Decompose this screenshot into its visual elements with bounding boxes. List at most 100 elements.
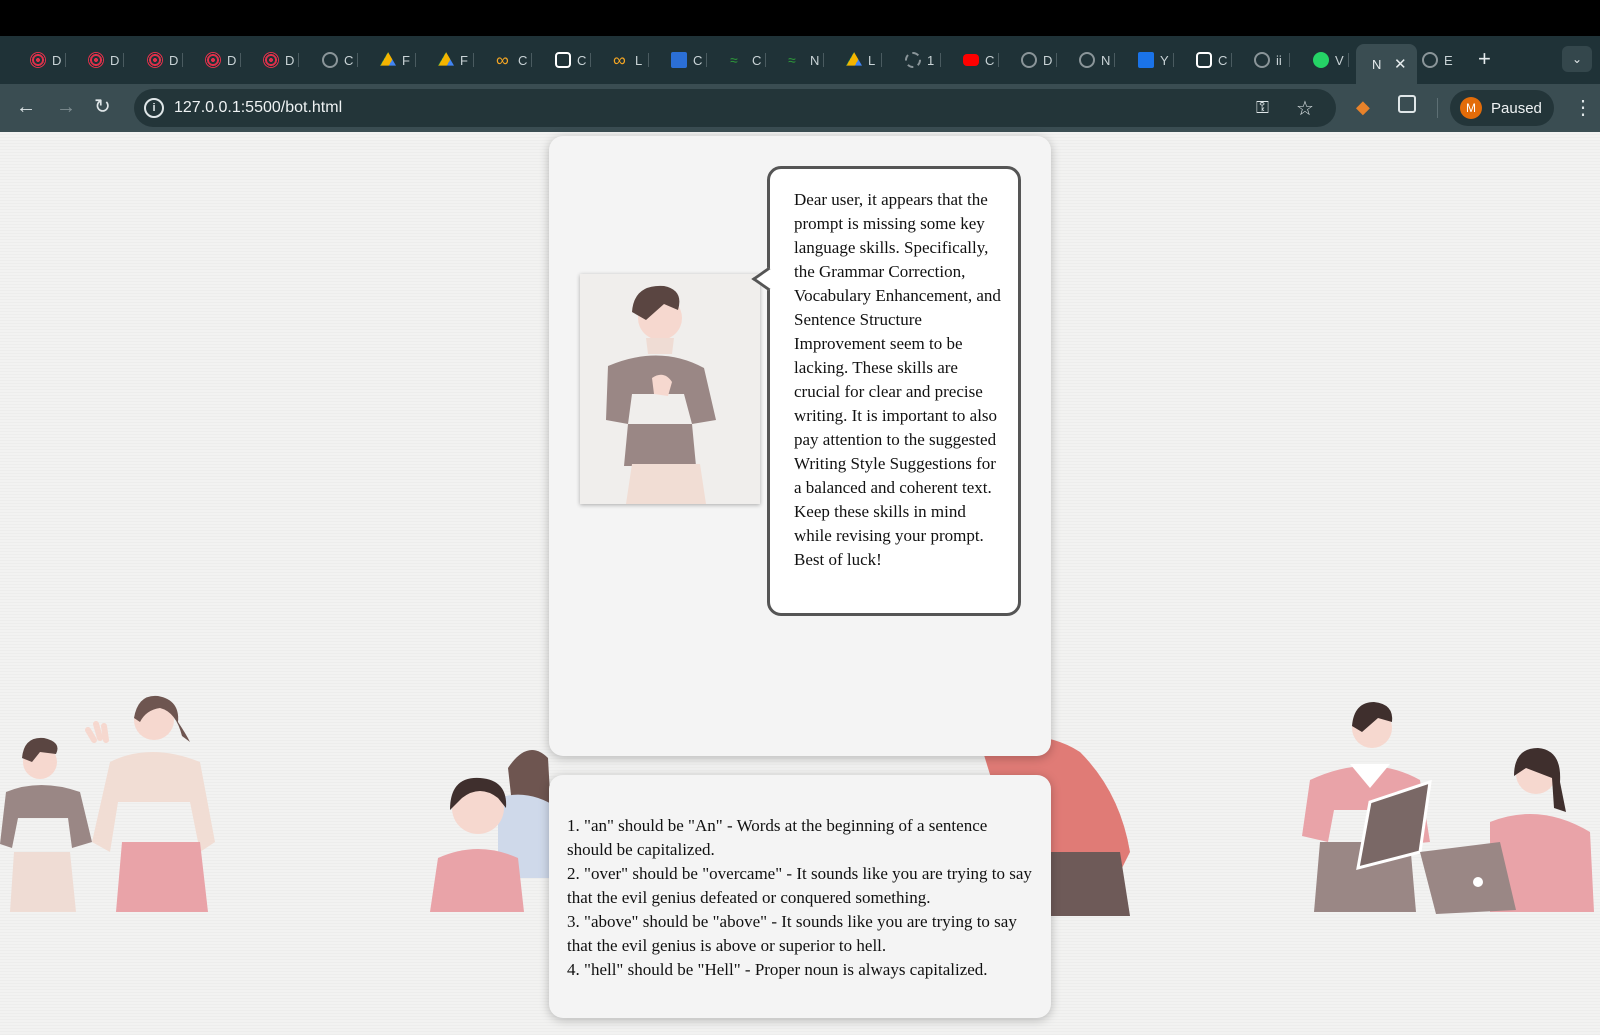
tab-separator: [1173, 53, 1174, 67]
tab-separator: [706, 53, 707, 67]
youtube-icon: [963, 54, 979, 66]
tab-separator: [182, 53, 183, 67]
system-menu-strip: [0, 0, 1600, 36]
tab[interactable]: C: [963, 44, 999, 76]
people-illustration-left: [0, 695, 215, 912]
wave-icon: ≈: [730, 52, 738, 68]
people-illustration-right: [1302, 702, 1594, 914]
page-content: Dear user, it appears that the prompt is…: [0, 132, 1600, 1035]
tab[interactable]: ≈ N: [788, 44, 824, 76]
globe-icon: [1021, 52, 1037, 68]
globe-icon: [322, 52, 338, 68]
avatar: M: [1460, 97, 1482, 119]
tab-separator: [473, 53, 474, 67]
tab-label: Y: [1160, 52, 1169, 68]
tab-separator: [765, 53, 766, 67]
tab[interactable]: D: [147, 44, 183, 76]
tab[interactable]: C: [555, 44, 591, 76]
bot-avatar-image: [580, 274, 760, 504]
tab[interactable]: Y: [1138, 44, 1174, 76]
tab[interactable]: N: [1079, 44, 1115, 76]
tab-separator: [298, 53, 299, 67]
profile-status-label: Paused: [1491, 99, 1542, 117]
tab-label: C: [752, 52, 762, 68]
speech-bubble: Dear user, it appears that the prompt is…: [751, 166, 1021, 616]
tab-separator: [648, 53, 649, 67]
tab[interactable]: 1: [905, 44, 941, 76]
tab-label: D: [1043, 52, 1053, 68]
tab[interactable]: ∞ C: [496, 44, 532, 76]
address-bar[interactable]: i 127.0.0.1:5500/bot.html ⚿ ☆: [134, 89, 1336, 127]
tab[interactable]: C: [322, 44, 358, 76]
tab-label: C: [344, 52, 354, 68]
tab-label: F: [402, 52, 410, 68]
tab-separator: [123, 53, 124, 67]
chat-card: Dear user, it appears that the prompt is…: [549, 136, 1051, 756]
target-icon: [30, 52, 46, 68]
url-text[interactable]: 127.0.0.1:5500/bot.html: [174, 99, 342, 117]
chevron-down-icon[interactable]: ⌄: [1562, 46, 1592, 72]
tab[interactable]: D: [205, 44, 241, 76]
extensions-icon[interactable]: [1398, 95, 1416, 113]
tab[interactable]: F: [380, 44, 416, 76]
corrections-list: 1. "an" should be "An" - Words at the be…: [567, 814, 1035, 982]
tab-label: N: [1372, 56, 1382, 72]
tab-separator: [823, 53, 824, 67]
tab[interactable]: E: [1422, 44, 1454, 76]
sf-icon: [671, 52, 687, 68]
infinity-icon: ∞: [496, 50, 509, 70]
whatsapp-icon: [1313, 52, 1329, 68]
tab-separator: [1289, 53, 1290, 67]
tab-separator: [1348, 53, 1349, 67]
tab-label: ii: [1276, 52, 1282, 68]
key-icon[interactable]: ⚿: [1256, 98, 1269, 118]
tab[interactable]: ∞ L: [613, 44, 649, 76]
tab-label: D: [110, 52, 120, 68]
metamask-fox-icon[interactable]: ◆: [1356, 97, 1370, 118]
target-icon: [205, 52, 221, 68]
tab-active[interactable]: N ✕: [1356, 44, 1417, 84]
tab-label: 1: [927, 52, 935, 68]
new-tab-icon[interactable]: +: [1478, 48, 1491, 70]
tab[interactable]: D: [30, 44, 66, 76]
tab[interactable]: V: [1313, 44, 1349, 76]
tab[interactable]: C: [671, 44, 707, 76]
tab-label: L: [635, 52, 643, 68]
tab[interactable]: ≈ C: [730, 44, 766, 76]
forward-icon[interactable]: →: [56, 96, 76, 118]
tab[interactable]: L: [846, 44, 882, 76]
people-illustration-center: [430, 750, 558, 912]
tab-separator: [1056, 53, 1057, 67]
star-icon[interactable]: ☆: [1296, 96, 1314, 121]
target-icon: [88, 52, 104, 68]
close-icon[interactable]: ✕: [1394, 55, 1407, 73]
correction-item: 1. "an" should be "An" - Words at the be…: [567, 816, 988, 859]
tab-label: C: [1218, 52, 1228, 68]
tab-label: D: [52, 52, 62, 68]
person-figure-icon: [606, 285, 716, 504]
tab[interactable]: ii: [1254, 44, 1290, 76]
tab-label: C: [577, 52, 587, 68]
reload-icon[interactable]: ↻: [94, 96, 111, 118]
tab[interactable]: D: [1021, 44, 1057, 76]
target-icon: [263, 52, 279, 68]
drive-icon: [380, 52, 396, 66]
tab-separator: [998, 53, 999, 67]
tab-separator: [240, 53, 241, 67]
dashed-circle-icon: [905, 52, 921, 68]
tab-label: V: [1335, 52, 1344, 68]
tab[interactable]: F: [438, 44, 474, 76]
tab-label: D: [285, 52, 295, 68]
correction-item: 3. "above" should be "above" - It sounds…: [567, 912, 1017, 955]
tab-separator: [1231, 53, 1232, 67]
kebab-menu-icon[interactable]: ⋮: [1573, 95, 1593, 120]
tab[interactable]: D: [88, 44, 124, 76]
tab-separator: [531, 53, 532, 67]
tab[interactable]: C: [1196, 44, 1232, 76]
back-icon[interactable]: ←: [16, 96, 36, 118]
tab-separator: [881, 53, 882, 67]
profile-button[interactable]: M Paused: [1450, 90, 1554, 126]
info-icon[interactable]: i: [144, 98, 164, 118]
globe-icon: [1254, 52, 1270, 68]
tab[interactable]: D: [263, 44, 299, 76]
